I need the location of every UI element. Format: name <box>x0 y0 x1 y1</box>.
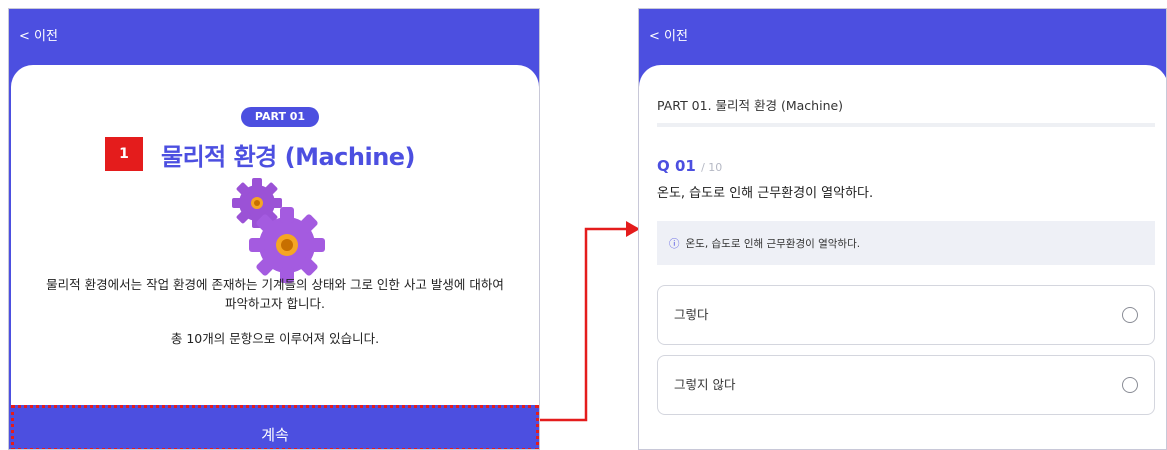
back-button[interactable]: < 이전 <box>639 9 1166 57</box>
option-label: 그렇다 <box>674 307 709 322</box>
step-marker: 1 <box>105 137 143 171</box>
large-gear <box>249 207 325 283</box>
gear-icon <box>232 178 325 283</box>
intro-description: 물리적 환경에서는 작업 환경에 존재하는 기계들의 상태와 그로 인한 사고 … <box>11 275 539 313</box>
question-index: Q 01 <box>657 157 696 175</box>
option-label: 그렇지 않다 <box>674 377 736 392</box>
info-text: 온도, 습도로 인해 근무환경이 열악하다. <box>685 238 861 250</box>
intro-card: PART 01 1 물리적 환경 (Machine) 물리적 환경에서는 작업 … <box>11 65 539 417</box>
info-box: ⓘ 온도, 습도로 인해 근무환경이 열악하다. <box>657 221 1155 265</box>
part-header: PART 01. 물리적 환경 (Machine) <box>657 98 844 113</box>
flow-arrow <box>540 221 640 422</box>
question-number: Q 01 / 10 <box>657 157 722 175</box>
part-title: 물리적 환경 (Machine) <box>161 143 416 171</box>
desc-line-1: 물리적 환경에서는 작업 환경에 존재하는 기계들의 상태와 그로 인한 사고 … <box>46 277 504 292</box>
info-icon: ⓘ <box>669 238 680 250</box>
back-button[interactable]: < 이전 <box>9 9 539 57</box>
part-badge: PART 01 <box>241 107 319 127</box>
radio-icon[interactable] <box>1122 307 1138 323</box>
question-screen: < 이전 PART 01. 물리적 환경 (Machine) Q 01 / 10… <box>638 8 1167 450</box>
radio-icon[interactable] <box>1122 377 1138 393</box>
option-no[interactable]: 그렇지 않다 <box>657 355 1155 415</box>
continue-button[interactable]: 계속 <box>11 405 539 449</box>
question-card: PART 01. 물리적 환경 (Machine) Q 01 / 10 온도, … <box>639 65 1166 449</box>
question-text: 온도, 습도로 인해 근무환경이 열악하다. <box>657 186 874 201</box>
question-count: 총 10개의 문항으로 이루어져 있습니다. <box>170 331 380 346</box>
divider <box>657 123 1155 127</box>
desc-line-2: 파악하고자 합니다. <box>225 296 325 311</box>
option-yes[interactable]: 그렇다 <box>657 285 1155 345</box>
intro-screen: < 이전 PART 01 1 물리적 환경 (Machine) 물리적 환경에서… <box>8 8 540 450</box>
question-total: / 10 <box>701 161 723 174</box>
